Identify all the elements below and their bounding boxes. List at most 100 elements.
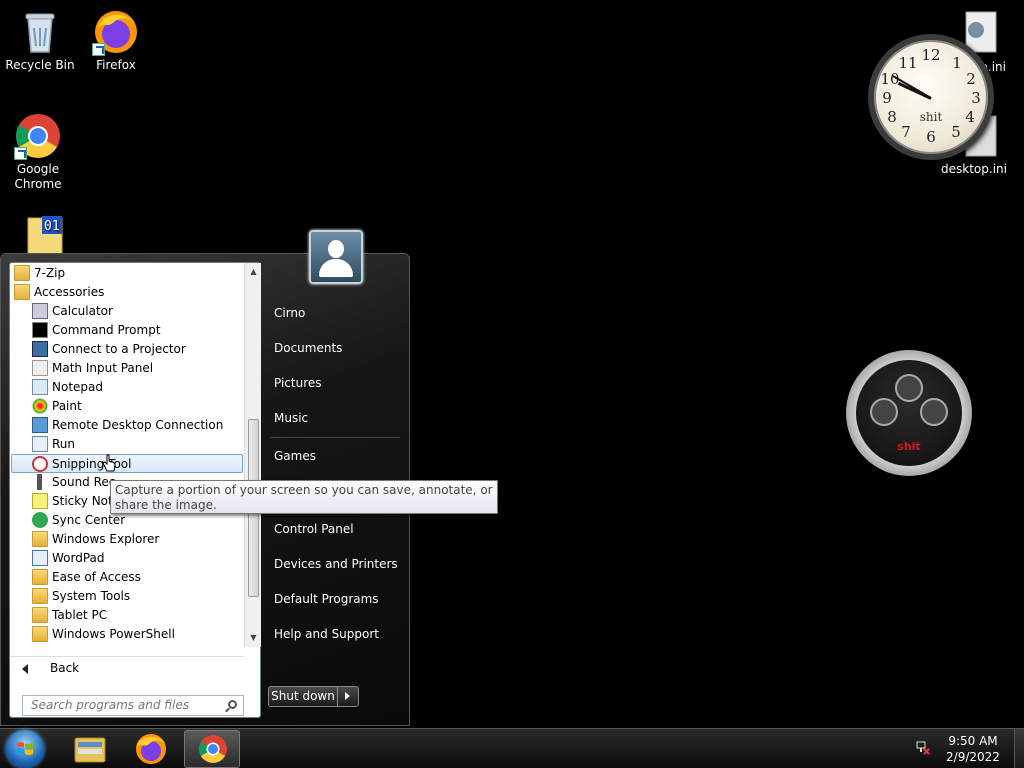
hand-cursor-icon <box>102 454 116 472</box>
show-desktop-button[interactable] <box>1014 729 1024 768</box>
search-input[interactable]: Search programs and files <box>22 695 244 716</box>
program-item-system-tools[interactable]: System Tools <box>32 587 130 606</box>
desktop-icon-label: Firefox <box>96 58 136 72</box>
back-arrow-icon <box>22 663 28 674</box>
program-item-wordpad[interactable]: WordPad <box>32 549 105 568</box>
scroll-down-icon[interactable]: ▼ <box>245 629 262 646</box>
program-item-ease-of-access[interactable]: Ease of Access <box>32 568 141 587</box>
clock-number: 5 <box>951 123 961 141</box>
clock-number: 9 <box>882 89 892 107</box>
shortcut-arrow-icon <box>14 147 27 160</box>
chronograph-subdial <box>920 398 948 426</box>
clock-number: 2 <box>966 70 976 88</box>
program-item-run[interactable]: Run <box>32 435 75 454</box>
desktop-icon-firefox[interactable]: Firefox <box>78 8 154 73</box>
user-avatar[interactable] <box>309 230 363 284</box>
taskbar-firefox[interactable] <box>123 730 179 768</box>
program-item-command-prompt[interactable]: Command Prompt <box>32 321 161 340</box>
chrome-icon <box>14 112 62 160</box>
program-item-sound-recorder[interactable]: Sound Rec <box>32 473 115 492</box>
divider <box>270 437 400 438</box>
start-item-games[interactable]: Games <box>274 448 316 464</box>
taskbar-time: 9:50 AM <box>948 734 998 748</box>
taskbar-clock[interactable]: 9:50 AM 2/9/2022 <box>940 733 1006 765</box>
program-item-notepad[interactable]: Notepad <box>32 378 103 397</box>
folder-icon <box>14 283 30 300</box>
calculator-icon <box>32 302 48 319</box>
recycle-bin-icon <box>16 8 64 56</box>
program-item-7zip[interactable]: 7-Zip <box>14 264 65 283</box>
chronograph-gadget[interactable]: shit <box>846 350 972 476</box>
desktop-icon-label: Recycle Bin <box>5 58 75 72</box>
start-item-user[interactable]: Cirno <box>274 305 305 321</box>
user-head-icon <box>328 240 344 258</box>
snipping-tool-tooltip: Capture a portion of your screen so you … <box>110 480 498 514</box>
clock-number: 6 <box>926 128 936 146</box>
paint-icon <box>32 397 48 414</box>
start-item-default-programs[interactable]: Default Programs <box>274 591 379 607</box>
program-item-remote-desktop[interactable]: Remote Desktop Connection <box>32 416 223 435</box>
desktop-icon-chrome[interactable]: Google Chrome <box>0 112 76 192</box>
windows-flag-icon <box>17 742 33 755</box>
program-item-calculator[interactable]: Calculator <box>32 302 113 321</box>
taskbar-chrome[interactable] <box>184 730 240 768</box>
svg-text:01: 01 <box>44 219 60 234</box>
chronograph-subdial <box>870 398 898 426</box>
program-item-powershell[interactable]: Windows PowerShell <box>32 625 175 644</box>
program-item-math-input[interactable]: Math Input Panel <box>32 359 153 378</box>
start-item-help-support[interactable]: Help and Support <box>274 626 379 642</box>
network-disconnected-icon[interactable] <box>916 741 930 755</box>
shut-down-options-button[interactable] <box>338 686 359 707</box>
firefox-icon <box>92 8 140 56</box>
taskbar-date: 2/9/2022 <box>946 750 1000 764</box>
program-item-tablet-pc[interactable]: Tablet PC <box>32 606 107 625</box>
firefox-icon <box>136 734 166 764</box>
folder-icon <box>14 264 30 281</box>
programs-scrollbar[interactable]: ▲ ▼ <box>244 263 261 647</box>
sticky-notes-icon <box>32 492 48 509</box>
projector-icon <box>32 340 48 357</box>
taskbar-explorer[interactable] <box>62 730 118 768</box>
program-item-projector[interactable]: Connect to a Projector <box>32 340 186 359</box>
program-item-paint[interactable]: Paint <box>32 397 82 416</box>
program-item-accessories[interactable]: Accessories <box>14 283 104 302</box>
start-item-music[interactable]: Music <box>274 410 308 426</box>
remote-desktop-icon <box>32 416 48 433</box>
wordpad-icon <box>32 549 48 566</box>
program-item-snipping-tool[interactable]: Snipping Tool <box>11 454 243 473</box>
folder-icon <box>32 625 48 642</box>
start-item-documents[interactable]: Documents <box>274 340 342 356</box>
program-item-sticky-notes[interactable]: Sticky Note <box>32 492 120 511</box>
desktop-icon-recycle-bin[interactable]: Recycle Bin <box>2 8 78 73</box>
clock-label: shit <box>919 110 943 124</box>
start-button[interactable] <box>6 730 44 768</box>
clock-gadget[interactable]: 12 1 2 3 4 5 6 7 8 9 10 11 shit <box>868 34 994 160</box>
command-prompt-icon <box>32 321 48 338</box>
clock-number: 11 <box>898 54 918 72</box>
sync-center-icon <box>32 511 48 528</box>
clock-number: 12 <box>921 46 941 64</box>
chronograph-subdial <box>895 374 923 402</box>
user-body-icon <box>319 259 353 277</box>
chronograph-label: shit <box>897 440 921 453</box>
microphone-icon <box>32 473 48 490</box>
back-button[interactable]: Back <box>10 656 244 678</box>
folder-icon <box>32 587 48 604</box>
folder-icon <box>32 606 48 623</box>
notepad-icon <box>32 378 48 395</box>
program-item-windows-explorer[interactable]: Windows Explorer <box>32 530 159 549</box>
folder-library-icon <box>74 737 106 763</box>
search-icon <box>228 700 237 709</box>
math-input-icon <box>32 359 48 376</box>
shortcut-arrow-icon <box>92 43 105 56</box>
start-item-devices-printers[interactable]: Devices and Printers <box>274 556 398 572</box>
desktop-icon-label: Google Chrome <box>14 162 62 191</box>
start-item-pictures[interactable]: Pictures <box>274 375 322 391</box>
start-item-control-panel[interactable]: Control Panel <box>274 521 354 537</box>
chronograph-face: shit <box>856 360 962 466</box>
snipping-tool-icon <box>32 455 48 472</box>
all-programs-list: 7-Zip Accessories Calculator Command Pro… <box>10 263 244 647</box>
explorer-icon <box>32 530 48 547</box>
scroll-up-icon[interactable]: ▲ <box>245 263 262 280</box>
shut-down-button[interactable]: Shut down <box>268 686 338 707</box>
